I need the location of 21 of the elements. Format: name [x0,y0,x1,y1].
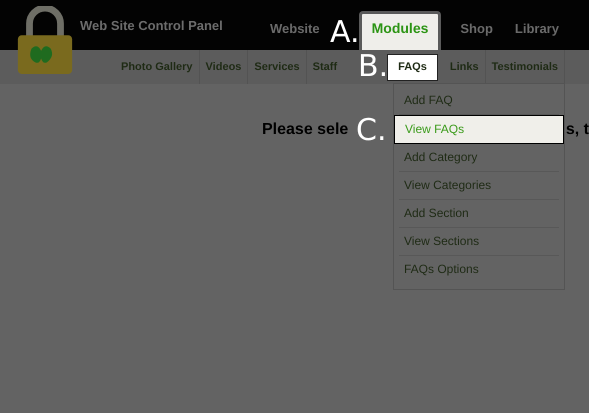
heading-text: Please sele [262,121,348,139]
panel-title: Web Site Control Panel [80,18,224,32]
subnav-tab[interactable]: Photo Gallery [115,50,200,84]
menu-item[interactable]: View FAQs [394,115,564,144]
subnav-tab[interactable]: Videos [200,50,248,84]
subnav-tab[interactable]: FAQs [387,54,438,80]
menu-item[interactable]: Add Section [399,200,559,228]
heading-text: s, t [566,121,589,139]
top-tab[interactable]: Library [510,21,564,50]
top-tab[interactable]: Website [265,21,325,50]
menu-item[interactable]: View Categories [399,172,559,200]
menu-item[interactable]: View Sections [399,228,559,256]
annotation-label: C. [356,116,386,146]
top-tab[interactable]: Shop [455,21,498,50]
subnav-tab[interactable]: Services [248,50,307,84]
subnav-tab[interactable]: Staff [306,50,344,84]
menu-item[interactable]: FAQs Options [399,256,559,283]
annotation-label: B. [358,52,388,82]
menu-item[interactable]: Add Category [399,144,559,172]
top-tab[interactable]: Modules [358,11,442,50]
annotation-label: A. [330,18,360,48]
